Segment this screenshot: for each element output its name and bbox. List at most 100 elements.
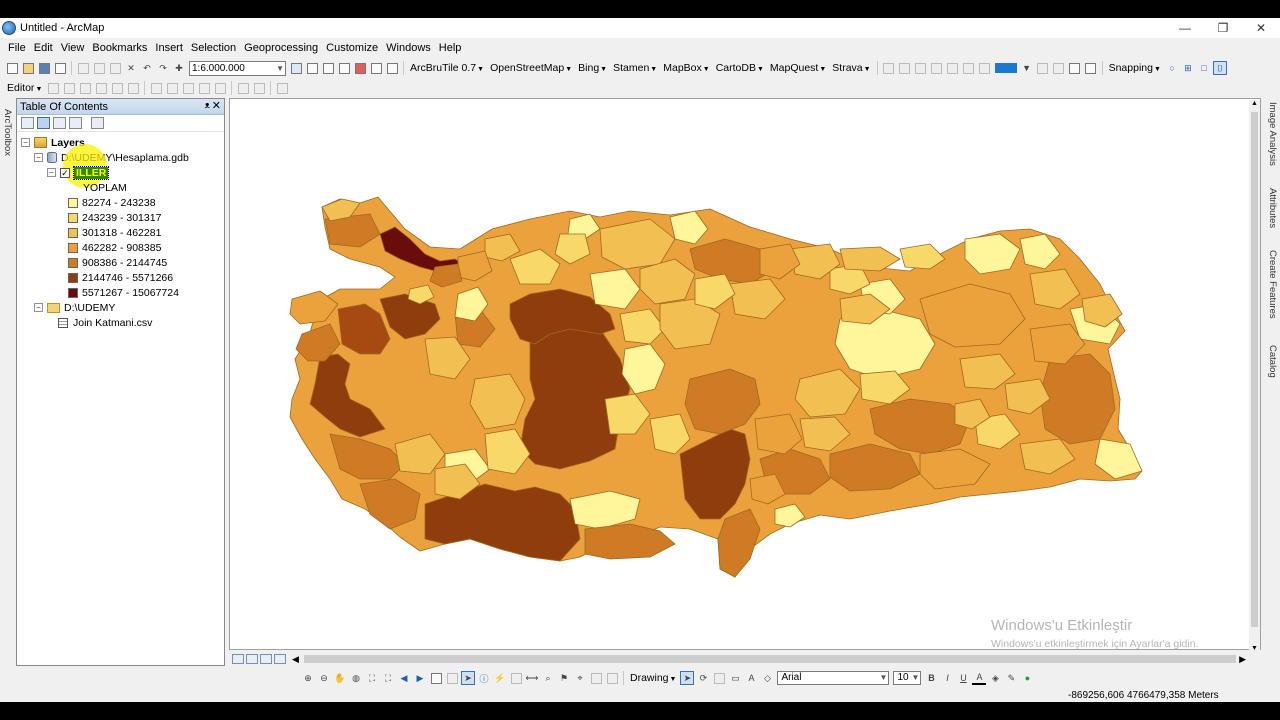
italic-icon[interactable]: I	[940, 671, 954, 685]
close-button[interactable]: ✕	[1242, 18, 1280, 38]
line-color-icon[interactable]: ✎	[1004, 671, 1018, 685]
menu-view[interactable]: View	[57, 42, 89, 54]
split-icon[interactable]	[197, 81, 211, 95]
select-pointer-icon[interactable]: ➤	[680, 671, 695, 685]
edit-vertices-icon[interactable]	[149, 81, 163, 95]
cartodb-menu[interactable]: CartoDB▼	[713, 62, 767, 74]
edit-annotation-icon[interactable]	[62, 81, 76, 95]
full-extent-globe-icon[interactable]: ◍	[349, 671, 363, 685]
refresh-view-button[interactable]	[260, 654, 272, 664]
rotate-icon[interactable]	[213, 81, 227, 95]
options-icon[interactable]	[91, 117, 104, 129]
map-view[interactable]	[229, 98, 1261, 650]
layer-color-swatch[interactable]	[994, 61, 1018, 75]
editor-menu[interactable]: Editor▼	[4, 82, 45, 94]
catalog-tab[interactable]: Catalog	[1267, 345, 1278, 378]
snapping-menu[interactable]: Snapping▼	[1106, 62, 1164, 74]
layer-visibility-checkbox[interactable]: ✓	[60, 167, 70, 178]
pan-fixed-icon[interactable]	[914, 61, 928, 75]
measure-icon[interactable]	[1084, 61, 1098, 75]
select-elements-icon[interactable]: ➤	[461, 671, 475, 685]
find-icon[interactable]: ⌕	[541, 671, 555, 685]
scroll-right-icon[interactable]: ▶	[1239, 654, 1246, 665]
list-by-visibility-icon[interactable]	[53, 117, 66, 129]
binoculars-icon[interactable]	[1068, 61, 1082, 75]
bing-menu[interactable]: Bing▼	[575, 62, 610, 74]
layout-view-button[interactable]	[246, 654, 258, 664]
legend-class-3[interactable]: 301318 - 462281	[68, 225, 161, 240]
create-features-icon[interactable]	[275, 81, 289, 95]
catalog-icon[interactable]	[321, 61, 335, 75]
vertex-snapping-icon[interactable]: □	[1197, 61, 1211, 75]
zoom-out-icon[interactable]: ⊖	[317, 671, 331, 685]
image-analysis-tab[interactable]: Image Analysis	[1267, 102, 1278, 166]
edit-vertices-icon[interactable]: ◇	[760, 671, 774, 685]
menu-file[interactable]: File	[4, 42, 30, 54]
underline-icon[interactable]: U	[956, 671, 970, 685]
map-vertical-scrollbar[interactable]: ▲ ▼	[1249, 100, 1260, 652]
menu-geoprocessing[interactable]: Geoprocessing	[240, 42, 322, 54]
model-builder-icon[interactable]	[385, 61, 399, 75]
legend-class-2[interactable]: 243239 - 301317	[68, 210, 161, 225]
strava-menu[interactable]: Strava▼	[829, 62, 873, 74]
pan-icon[interactable]: ✋	[333, 671, 347, 685]
rotate-icon[interactable]: ⟳	[696, 671, 710, 685]
mapquest-menu[interactable]: MapQuest▼	[767, 62, 829, 74]
drawing-menu[interactable]: Drawing▼	[627, 672, 679, 684]
clear-selection-icon[interactable]	[445, 671, 459, 685]
list-by-drawing-order-icon[interactable]	[21, 117, 34, 129]
chevron-down-icon[interactable]: ▼	[1020, 61, 1034, 75]
straight-segment-icon[interactable]	[78, 81, 92, 95]
collapse-icon[interactable]: −	[47, 168, 56, 177]
fill-color-icon[interactable]: ◈	[988, 671, 1002, 685]
back-extent-icon[interactable]: ◀	[397, 671, 411, 685]
scroll-thumb[interactable]	[1251, 112, 1258, 627]
collapse-icon[interactable]: −	[34, 303, 43, 312]
arctoolbox-icon[interactable]	[353, 61, 367, 75]
endpoint-arc-icon[interactable]	[94, 81, 108, 95]
list-by-source-icon[interactable]	[37, 117, 50, 129]
html-popup-icon[interactable]	[509, 671, 523, 685]
georef-icon[interactable]	[978, 61, 992, 75]
measure-tool-icon[interactable]: ⟷	[525, 671, 539, 685]
turkey-provinces-map[interactable]	[230, 99, 1260, 649]
gdb-node[interactable]: − D:\UDEMY\Hesaplama.gdb	[34, 150, 189, 165]
save-icon[interactable]	[37, 61, 51, 75]
undo-icon[interactable]: ↶	[140, 61, 154, 75]
close-icon[interactable]: ✕	[212, 99, 221, 112]
scroll-left-icon[interactable]: ◀	[292, 654, 299, 665]
attributes-tab[interactable]: Attributes	[1267, 188, 1278, 228]
end-snapping-icon[interactable]: ⊞	[1181, 61, 1195, 75]
scroll-down-icon[interactable]: ▼	[1251, 645, 1258, 652]
collapse-icon[interactable]: −	[34, 153, 43, 162]
menu-selection[interactable]: Selection	[187, 42, 240, 54]
previous-extent-icon[interactable]	[946, 61, 960, 75]
reshape-icon[interactable]	[165, 81, 179, 95]
identify-icon[interactable]: ⓘ	[477, 671, 491, 685]
find-route-icon[interactable]: ⚑	[557, 671, 571, 685]
rectangle-icon[interactable]: ▭	[728, 671, 742, 685]
hyperlink-icon[interactable]: ⚡	[493, 671, 507, 685]
search-window-icon[interactable]	[337, 61, 351, 75]
copy-icon[interactable]	[92, 61, 106, 75]
marker-color-icon[interactable]: ●	[1020, 671, 1034, 685]
new-document-icon[interactable]	[5, 61, 19, 75]
next-extent-icon[interactable]	[962, 61, 976, 75]
time-slider-icon[interactable]	[589, 671, 603, 685]
paste-icon[interactable]	[108, 61, 122, 75]
map-scale-combo[interactable]: 1:6.000.000 ▼	[189, 60, 286, 76]
openstreetmap-menu[interactable]: OpenStreetMap▼	[487, 62, 575, 74]
create-features-tab[interactable]: Create Features	[1267, 250, 1278, 319]
font-color-icon[interactable]: A	[972, 671, 987, 685]
select-features-icon[interactable]	[429, 671, 443, 685]
forward-extent-icon[interactable]: ▶	[413, 671, 427, 685]
mapbox-menu[interactable]: MapBox▼	[660, 62, 712, 74]
menu-customize[interactable]: Customize	[322, 42, 382, 54]
open-icon[interactable]	[21, 61, 35, 75]
go-to-xy-icon[interactable]: ⌖	[573, 671, 587, 685]
zoom-whole-page-icon[interactable]	[712, 671, 726, 685]
legend-class-5[interactable]: 908386 - 2144745	[68, 255, 167, 270]
layout-icon[interactable]	[1036, 61, 1050, 75]
menu-edit[interactable]: Edit	[30, 42, 57, 54]
pin-icon[interactable]: ᴥ	[205, 100, 210, 110]
